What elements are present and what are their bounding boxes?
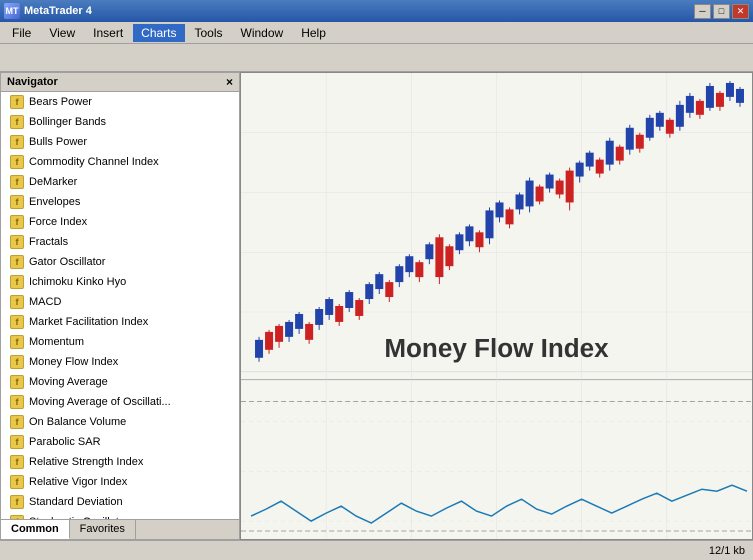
list-item[interactable]: f On Balance Volume (1, 412, 239, 432)
menu-file[interactable]: File (4, 24, 39, 42)
list-item[interactable]: f MACD (1, 292, 239, 312)
status-right: 12/1 kb (709, 545, 745, 557)
indicator-icon: f (9, 274, 25, 290)
tab-common[interactable]: Common (1, 520, 70, 539)
indicator-icon: f (9, 154, 25, 170)
list-item-label: Gator Oscillator (29, 256, 105, 268)
indicator-icon: f (9, 194, 25, 210)
title-bar-left: MT MetaTrader 4 (4, 3, 92, 19)
list-item-label: Moving Average (29, 376, 108, 388)
list-item-label: Ichimoku Kinko Hyo (29, 276, 126, 288)
list-item-label: Relative Vigor Index (29, 476, 127, 488)
list-item[interactable]: f Standard Deviation (1, 492, 239, 512)
indicator-icon: f (9, 94, 25, 110)
list-item-label: Force Index (29, 216, 87, 228)
menu-help[interactable]: Help (293, 24, 334, 42)
navigator-header: Navigator × (1, 73, 239, 92)
list-item[interactable]: f Moving Average (1, 372, 239, 392)
navigator-tabs: Common Favorites (1, 519, 239, 539)
indicator-icon: f (9, 254, 25, 270)
list-item[interactable]: f Parabolic SAR (1, 432, 239, 452)
list-item[interactable]: f Ichimoku Kinko Hyo (1, 272, 239, 292)
list-item[interactable]: f Moving Average of Oscillati... (1, 392, 239, 412)
indicator-icon: f (9, 394, 25, 410)
list-item[interactable]: f DeMarker (1, 172, 239, 192)
list-item[interactable]: f Gator Oscillator (1, 252, 239, 272)
close-button[interactable]: ✕ (732, 4, 749, 19)
indicator-icon: f (9, 354, 25, 370)
navigator-list[interactable]: f Bears Power f Bollinger Bands f Bulls Power… (1, 92, 239, 519)
list-item-label: Envelopes (29, 196, 80, 208)
navigator-panel: Navigator × f Bears Power f Bollinger Bands… (0, 72, 240, 540)
maximize-button[interactable]: □ (713, 4, 730, 19)
indicator-icon: f (9, 134, 25, 150)
list-item-label: MACD (29, 296, 61, 308)
indicator-icon: f (9, 334, 25, 350)
menu-view[interactable]: View (41, 24, 83, 42)
title-bar-text: MetaTrader 4 (24, 5, 92, 17)
chart-area: Money Flow Index (240, 72, 753, 540)
indicator-icon: f (9, 414, 25, 430)
list-item-label: Bulls Power (29, 136, 87, 148)
list-item-label: Relative Strength Index (29, 456, 143, 468)
indicator-icon: f (9, 474, 25, 490)
indicator-icon: f (9, 214, 25, 230)
indicator-icon: f (9, 374, 25, 390)
list-item-label: DeMarker (29, 176, 77, 188)
list-item[interactable]: f Relative Strength Index (1, 452, 239, 472)
main-area: Navigator × f Bears Power f Bollinger Bands… (0, 72, 753, 540)
indicator-icon: f (9, 234, 25, 250)
list-item[interactable]: f Fractals (1, 232, 239, 252)
indicator-icon: f (9, 114, 25, 130)
list-item[interactable]: f Momentum (1, 332, 239, 352)
indicator-icon: f (9, 314, 25, 330)
list-item-label: Fractals (29, 236, 68, 248)
minimize-button[interactable]: ─ (694, 4, 711, 19)
list-item[interactable]: f Envelopes (1, 192, 239, 212)
list-item-label: Money Flow Index (29, 356, 118, 368)
list-item-label: Moving Average of Oscillati... (29, 396, 171, 408)
menu-window[interactable]: Window (233, 24, 292, 42)
title-bar: MT MetaTrader 4 ─ □ ✕ (0, 0, 753, 22)
list-item[interactable]: f Money Flow Index (1, 352, 239, 372)
app-icon: MT (4, 3, 20, 19)
list-item[interactable]: fStochastic Oscillator (1, 512, 239, 519)
indicator-icon: f (9, 174, 25, 190)
status-bar: 12/1 kb (0, 540, 753, 560)
list-item-label: Standard Deviation (29, 496, 123, 508)
tab-favorites[interactable]: Favorites (70, 520, 136, 539)
list-item-label: Parabolic SAR (29, 436, 101, 448)
list-item[interactable]: f Relative Vigor Index (1, 472, 239, 492)
chart-svg: Money Flow Index (241, 73, 752, 539)
indicator-icon: f (9, 454, 25, 470)
svg-text:Money Flow Index: Money Flow Index (384, 333, 609, 363)
navigator-close-button[interactable]: × (226, 75, 233, 89)
navigator-title: Navigator (7, 76, 58, 88)
list-item-label: Commodity Channel Index (29, 156, 159, 168)
menu-charts[interactable]: Charts (133, 24, 184, 42)
list-item-label: Momentum (29, 336, 84, 348)
list-item-label: Bears Power (29, 96, 92, 108)
list-item[interactable]: f Bulls Power (1, 132, 239, 152)
list-item-label: Market Facilitation Index (29, 316, 148, 328)
menu-bar: File View Insert Charts Tools Window Hel… (0, 22, 753, 44)
list-item-label: On Balance Volume (29, 416, 126, 428)
indicator-icon: f (9, 434, 25, 450)
list-item[interactable]: f Force Index (1, 212, 239, 232)
list-item[interactable]: f Bears Power (1, 92, 239, 112)
indicator-icon: f (9, 494, 25, 510)
indicator-icon: f (9, 294, 25, 310)
list-item[interactable]: f Commodity Channel Index (1, 152, 239, 172)
title-bar-controls: ─ □ ✕ (694, 4, 749, 19)
menu-insert[interactable]: Insert (85, 24, 131, 42)
toolbar (0, 44, 753, 72)
list-item[interactable]: f Bollinger Bands (1, 112, 239, 132)
list-item-label: Bollinger Bands (29, 116, 106, 128)
list-item[interactable]: f Market Facilitation Index (1, 312, 239, 332)
menu-tools[interactable]: Tools (187, 24, 231, 42)
